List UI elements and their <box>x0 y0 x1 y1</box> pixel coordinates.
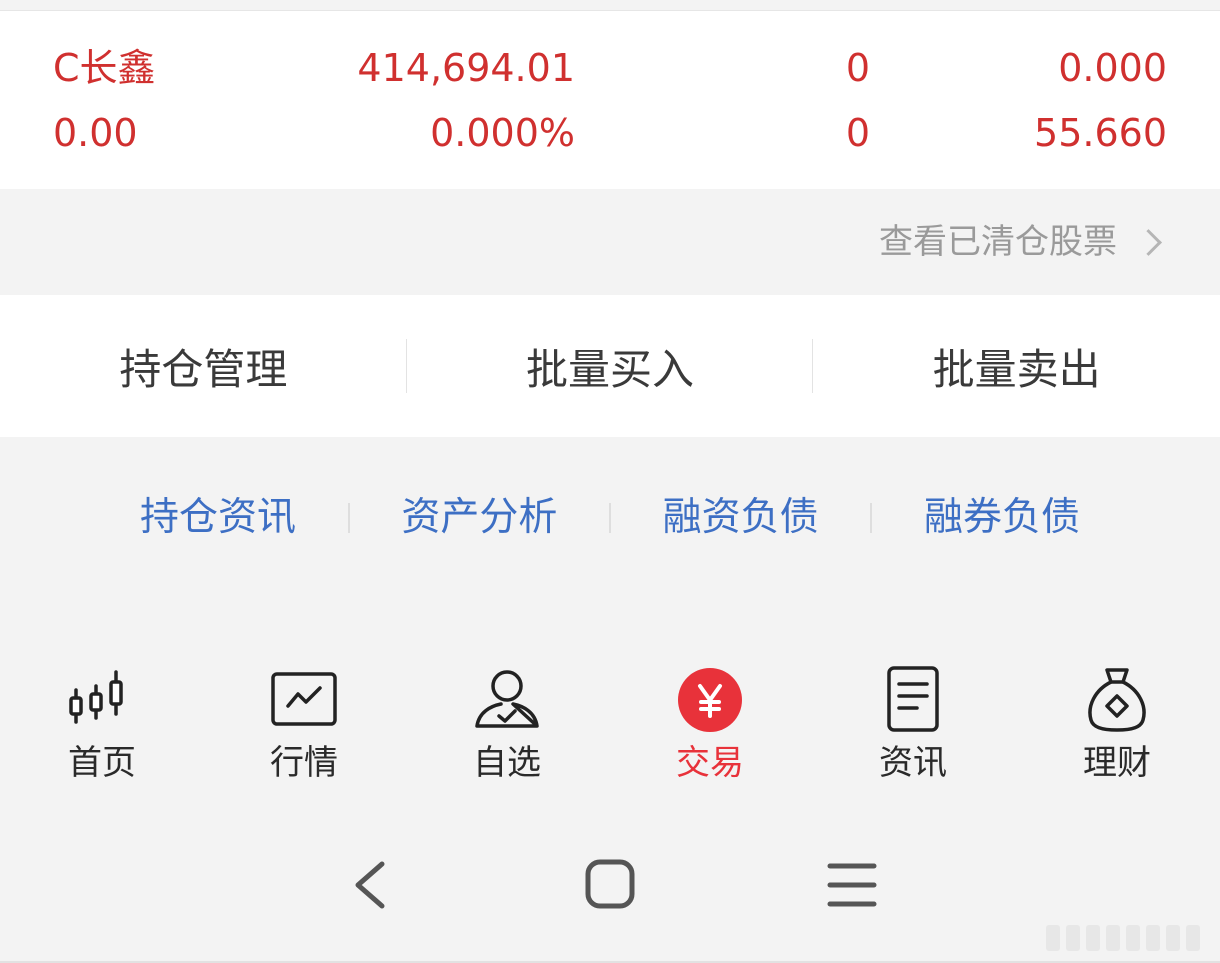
tab-market-label: 行情 <box>270 743 338 783</box>
position-row[interactable]: C长鑫 414,694.01 0 0.000 0.00 0.000% 0 55.… <box>0 11 1220 189</box>
tab-trade[interactable]: 交易 <box>640 650 780 784</box>
tab-home[interactable]: 首页 <box>32 650 172 784</box>
tab-news-label: 资讯 <box>879 743 947 783</box>
tab-news[interactable]: 资讯 <box>843 650 983 784</box>
tab-watchlist-label: 自选 <box>473 743 541 783</box>
margin-debt-link[interactable]: 融资负债 <box>663 490 819 546</box>
link-divider <box>609 503 611 533</box>
link-divider <box>870 503 873 533</box>
batch-buy-button[interactable]: 批量买入 <box>407 295 814 437</box>
position-actions: 持仓管理 批量买入 批量卖出 <box>0 295 1220 437</box>
tab-market[interactable]: 行情 <box>234 650 374 784</box>
tab-wealth[interactable]: 理财 <box>1047 650 1187 784</box>
cleared-stocks-bar: 查看已清仓股票 <box>0 189 1220 295</box>
link-divider <box>347 503 350 533</box>
user-check-icon <box>475 670 539 728</box>
view-cleared-stocks-link[interactable]: 查看已清仓股票 <box>879 219 1162 265</box>
bottom-tab-bar: 首页 行情 自选 交易 资讯 理财 <box>0 650 1220 800</box>
stock-name: C长鑫 <box>53 46 156 90</box>
trend-chart-icon <box>271 672 337 726</box>
batch-sell-button[interactable]: 批量卖出 <box>813 295 1220 437</box>
tab-wealth-label: 理财 <box>1083 743 1151 783</box>
cost-price: 55.660 <box>1034 111 1167 155</box>
home-icon[interactable] <box>570 850 650 920</box>
top-divider <box>0 0 1220 11</box>
system-navigation-bar <box>0 830 1220 940</box>
profit-loss-percent: 0.000% <box>430 111 575 155</box>
position-management-button[interactable]: 持仓管理 <box>0 295 407 437</box>
market-value: 414,694.01 <box>357 46 575 90</box>
current-price: 0.000 <box>1058 46 1167 90</box>
candlestick-icon <box>69 670 123 724</box>
tab-watchlist[interactable]: 自选 <box>437 650 577 784</box>
back-icon[interactable] <box>330 850 410 920</box>
money-bag-icon <box>1088 668 1146 732</box>
info-links: 持仓资讯 资产分析 融资负债 融券负债 <box>140 490 1080 546</box>
tab-trade-label: 交易 <box>676 743 744 783</box>
short-debt-link[interactable]: 融券负债 <box>924 490 1080 546</box>
tab-home-label: 首页 <box>68 743 136 783</box>
profit-loss: 0.00 <box>53 111 138 155</box>
available-quantity: 0 <box>845 111 870 155</box>
position-quantity: 0 <box>845 46 870 90</box>
watermark-image <box>1046 925 1200 951</box>
position-news-link[interactable]: 持仓资讯 <box>140 490 296 546</box>
yuan-icon <box>678 668 742 732</box>
document-icon <box>887 666 939 732</box>
cleared-link-label: 查看已清仓股票 <box>879 222 1117 262</box>
menu-icon[interactable] <box>812 850 892 920</box>
asset-analysis-link[interactable]: 资产分析 <box>401 490 557 546</box>
chevron-right-icon <box>1135 228 1162 256</box>
